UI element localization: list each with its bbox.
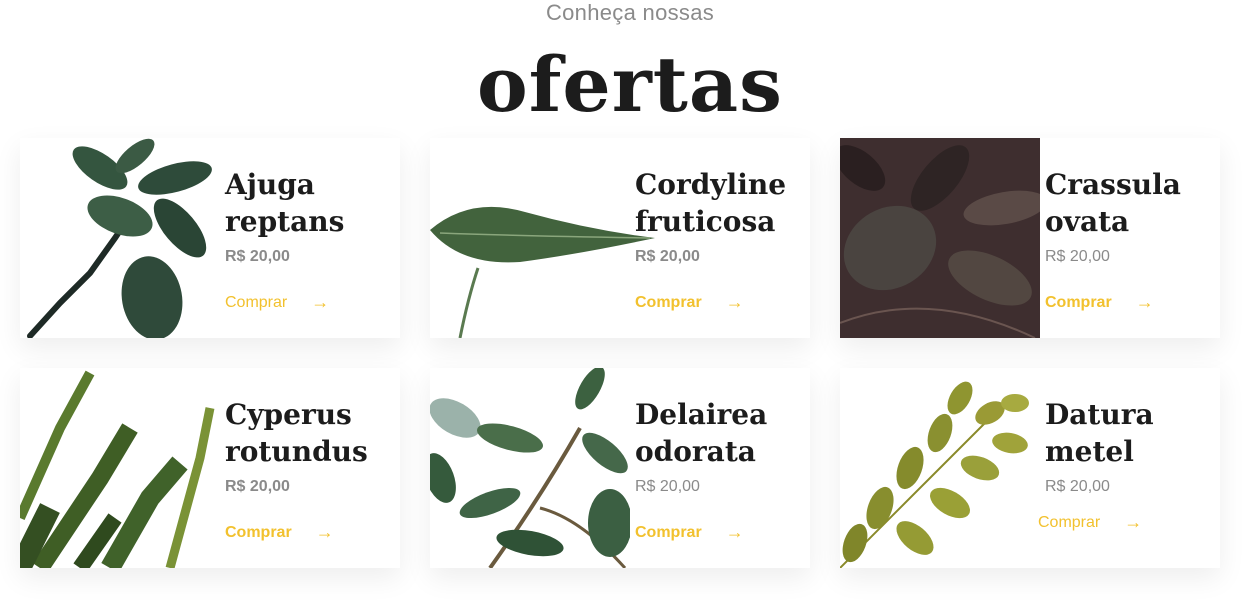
buy-button[interactable]: Comprar → — [225, 292, 329, 313]
buy-button-label: Comprar — [1038, 513, 1101, 531]
buy-button[interactable]: Comprar → — [635, 522, 744, 543]
buy-button[interactable]: Comprar → — [1038, 512, 1142, 533]
product-price: R$ 20,00 — [635, 248, 700, 265]
product-image-crassula-ovata — [840, 138, 1040, 338]
arrow-right-icon: → — [725, 292, 744, 312]
product-card-delairea-odorata: Delairea odorata R$ 20,00 Comprar → — [430, 368, 810, 568]
product-name: Cordyline fruticosa — [635, 168, 787, 238]
product-price: R$ 20,00 — [225, 248, 290, 265]
product-image-cyperus-rotundus — [20, 368, 220, 568]
product-name: Datura metel — [1045, 398, 1154, 468]
product-price: R$ 20,00 — [635, 478, 700, 495]
product-image-cordyline-fruticosa — [430, 138, 670, 338]
buy-button-label: Comprar — [225, 523, 292, 541]
product-image-datura-metel — [840, 368, 1040, 568]
product-name: Cyperus rotundus — [225, 398, 368, 468]
arrow-right-icon: → — [315, 522, 334, 542]
product-name: Crassula ovata — [1045, 168, 1181, 238]
buy-button-label: Comprar — [635, 523, 702, 541]
product-price: R$ 20,00 — [1045, 478, 1110, 495]
buy-button[interactable]: Comprar → — [635, 292, 744, 313]
product-card-cyperus-rotundus: Cyperus rotundus R$ 20,00 Comprar → — [20, 368, 400, 568]
buy-button-label: Comprar — [635, 293, 702, 311]
product-name: Ajuga reptans — [225, 168, 345, 238]
product-image-delairea-odorata — [430, 368, 630, 568]
product-name: Delairea odorata — [635, 398, 768, 468]
buy-button-label: Comprar — [1045, 293, 1112, 311]
product-image-ajuga-reptans — [20, 138, 220, 338]
product-price: R$ 20,00 — [1045, 248, 1110, 265]
arrow-right-icon: → — [1135, 292, 1154, 312]
section-title: ofertas — [477, 40, 783, 129]
product-card-ajuga-reptans: Ajuga reptans R$ 20,00 Comprar → — [20, 138, 400, 338]
product-card-cordyline-fruticosa: Cordyline fruticosa R$ 20,00 Comprar → — [430, 138, 810, 338]
arrow-right-icon: → — [1124, 512, 1143, 532]
product-price: R$ 20,00 — [225, 478, 290, 495]
arrow-right-icon: → — [725, 522, 744, 542]
buy-button[interactable]: Comprar → — [225, 522, 334, 543]
buy-button[interactable]: Comprar → — [1045, 292, 1154, 313]
product-card-datura-metel: Datura metel R$ 20,00 Comprar → — [840, 368, 1220, 568]
buy-button-label: Comprar — [225, 293, 288, 311]
section-eyebrow: Conheça nossas — [545, 0, 715, 25]
product-card-crassula-ovata: Crassula ovata R$ 20,00 Comprar → — [840, 138, 1220, 338]
arrow-right-icon: → — [311, 292, 330, 312]
